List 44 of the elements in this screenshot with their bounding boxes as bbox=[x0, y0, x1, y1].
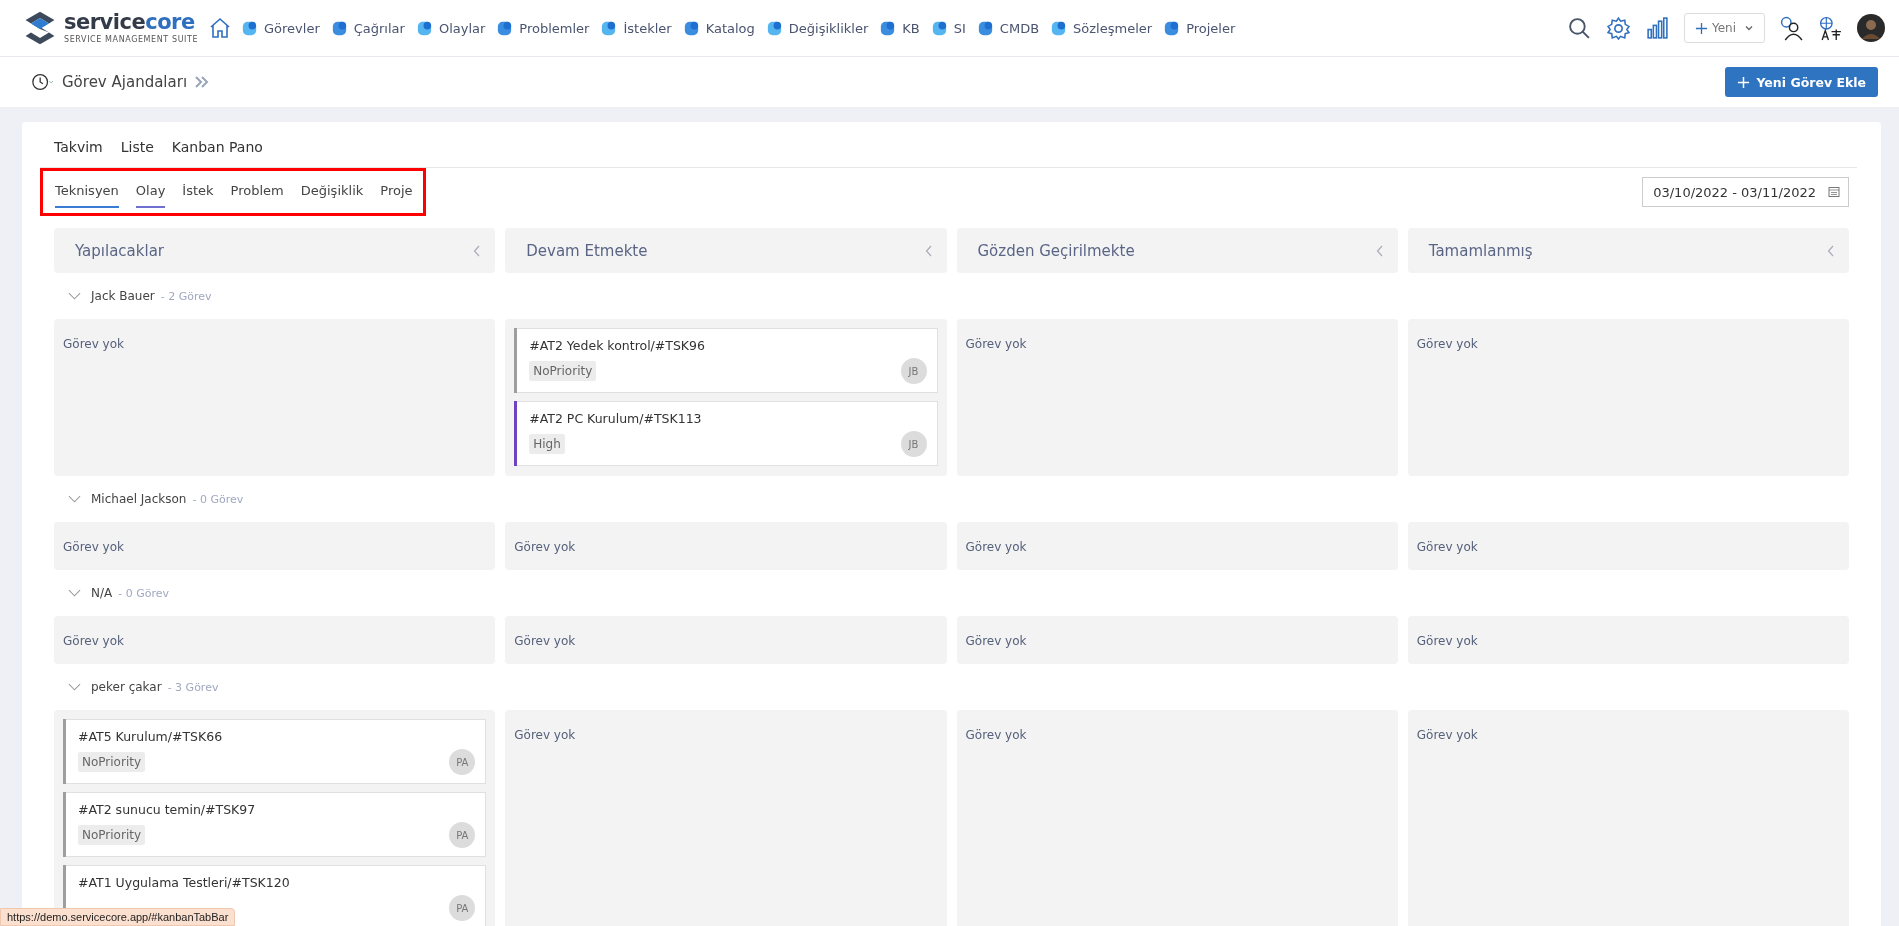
empty-message: Görev yok bbox=[63, 633, 125, 648]
empty-message: Görev yok bbox=[965, 539, 1028, 554]
assignee-name: N/A bbox=[91, 586, 113, 600]
empty-message: Görev yok bbox=[1416, 727, 1479, 742]
task-count: - 3 Görev bbox=[167, 680, 219, 694]
empty-message: Görev yok bbox=[965, 727, 1028, 742]
task-title: #AT1 Uygulama Testleri/#TSK120 bbox=[78, 875, 291, 890]
column-title: Gözden Geçirilmekte bbox=[977, 241, 1135, 260]
task-count: - 0 Görev bbox=[118, 586, 169, 600]
assignee-name: Jack Bauer bbox=[91, 289, 155, 303]
empty-message: Görev yok bbox=[514, 539, 577, 554]
priority-tag: NoPriority bbox=[529, 361, 597, 381]
empty-message: Görev yok bbox=[1416, 633, 1479, 648]
assignee-name: peker çakar bbox=[91, 680, 162, 694]
priority-tag: High bbox=[529, 434, 565, 454]
empty-message: Görev yok bbox=[514, 633, 577, 648]
empty-message: Görev yok bbox=[965, 633, 1028, 648]
assignee-avatar: PA bbox=[449, 822, 476, 848]
task-title: #AT2 Yedek kontrol/#TSK96 bbox=[529, 338, 706, 353]
priority-tag: NoPriority bbox=[78, 825, 146, 845]
task-title: #AT2 sunucu temin/#TSK97 bbox=[78, 802, 257, 817]
logo-tagline: SERVICE MANAGEMENT SUITE bbox=[64, 35, 199, 44]
empty-message: Görev yok bbox=[965, 336, 1028, 351]
task-count: - 0 Görev bbox=[192, 492, 244, 506]
task-count: - 2 Görev bbox=[160, 289, 212, 303]
empty-message: Görev yok bbox=[63, 336, 125, 351]
assignee-avatar: JB bbox=[900, 431, 927, 457]
empty-message: Görev yok bbox=[1416, 336, 1479, 351]
empty-message: Görev yok bbox=[63, 539, 125, 554]
priority-tag: NoPriority bbox=[78, 752, 146, 772]
task-title: #AT2 PC Kurulum/#TSK113 bbox=[529, 411, 703, 426]
page-title: Görev Ajandaları bbox=[62, 73, 188, 91]
assignee-avatar: PA bbox=[449, 895, 476, 921]
assignee-avatar: JB bbox=[900, 358, 927, 384]
link-preview-tooltip: https://demo.servicecore.app/#kanbanTabBar bbox=[0, 908, 236, 926]
logo-text: servicecore bbox=[64, 12, 196, 33]
empty-message: Görev yok bbox=[514, 727, 577, 742]
empty-message: Görev yok bbox=[1416, 539, 1479, 554]
column-title: Devam Etmekte bbox=[526, 241, 648, 260]
assignee-name: Michael Jackson bbox=[91, 492, 187, 506]
column-title: Tamamlanmış bbox=[1428, 241, 1533, 260]
task-title: #AT5 Kurulum/#TSK66 bbox=[78, 729, 224, 744]
assignee-avatar: PA bbox=[449, 749, 476, 775]
column-title: Yapılacaklar bbox=[75, 241, 164, 260]
